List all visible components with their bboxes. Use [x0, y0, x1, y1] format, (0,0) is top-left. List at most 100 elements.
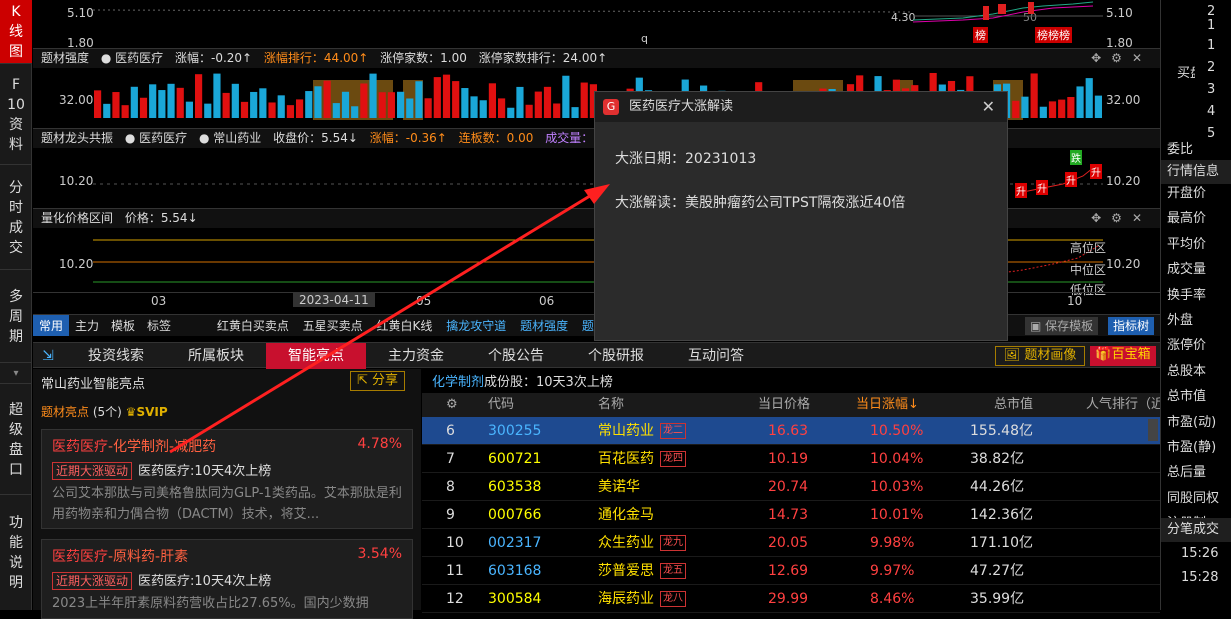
nav-intraday[interactable]: 分时成交: [0, 166, 32, 270]
nav-help[interactable]: 功能说明: [0, 496, 32, 610]
dragon-tag: 龙九: [660, 535, 686, 551]
panel-controls-icon[interactable]: ✥⚙✕: [1091, 49, 1152, 68]
x-label: 06: [539, 294, 555, 308]
stock-change: 10.01%: [870, 507, 924, 523]
tab-label[interactable]: 标签: [141, 315, 177, 336]
nav-f10[interactable]: F 10 资料: [0, 65, 32, 165]
market-cap: 44.26亿: [970, 479, 1025, 495]
quote-field[interactable]: 分笔成交: [1161, 518, 1231, 542]
tab-main[interactable]: 主力: [69, 315, 105, 336]
topic-link[interactable]: 化学制剂: [432, 375, 484, 390]
strength-bar: [406, 98, 414, 118]
indicator-item[interactable]: 题材强度: [520, 319, 568, 333]
quote-field[interactable]: 行情信息: [1161, 160, 1231, 184]
tab-main-funds[interactable]: 主力资金: [366, 343, 466, 369]
table-row[interactable]: 6 300255 常山药业 龙二 16.63 10.50% 155.48亿: [422, 417, 1160, 445]
zone-mid: 中位区: [1070, 263, 1107, 277]
tab-announcements[interactable]: 个股公告: [466, 343, 566, 369]
mark-rise: 升: [1015, 183, 1027, 198]
topic-selector[interactable]: ● 医药医疗: [101, 51, 163, 65]
quote-field: 总市值: [1167, 389, 1207, 405]
strength-bar: [176, 87, 184, 118]
table-row[interactable]: 10 002317 众生药业 龙九 20.05 9.98% 171.10亿: [422, 529, 1160, 557]
strength-bar: [259, 88, 267, 118]
table-row[interactable]: 9 000766 通化金马 14.73 10.01% 142.36亿: [422, 501, 1160, 529]
row-index: 7: [446, 451, 455, 467]
stock-change: 8.46%: [870, 591, 915, 607]
table-row[interactable]: 7 600721 百花医药 龙四 10.19 10.04% 38.82亿: [422, 445, 1160, 473]
col-code[interactable]: 代码: [488, 393, 514, 417]
indicator-item[interactable]: 五星买卖点: [303, 319, 363, 333]
nav-multiperiod[interactable]: 多周期: [0, 271, 32, 363]
save-template-button[interactable]: ▣ 保存模板: [1025, 317, 1099, 335]
indicator-item[interactable]: 擒龙攻守道: [446, 319, 506, 333]
topic-image-button[interactable]: 🖼 题材画像: [995, 346, 1085, 366]
table-row[interactable]: 8 603538 美诺华 20.74 10.03% 44.26亿: [422, 473, 1160, 501]
tab-template[interactable]: 模板: [105, 315, 141, 336]
row-index: 8: [446, 479, 455, 495]
close-icon[interactable]: ✕: [982, 92, 995, 122]
candle: [1028, 2, 1034, 14]
table-row[interactable]: 12 300584 海辰药业 龙八 29.99 8.46% 35.99亿: [422, 585, 1160, 613]
highlight-card[interactable]: 医药医疗-原料药-肝素 3.54% 近期大涨驱动 医药医疗:10天4次上榜 202…: [41, 539, 413, 619]
indicator-item[interactable]: 红黄白买卖点: [217, 319, 289, 333]
col-marketcap[interactable]: 总市值: [994, 393, 1033, 417]
tab-sectors[interactable]: 所属板块: [166, 343, 266, 369]
stock-name: 众生药业 龙九: [598, 529, 686, 557]
strength-bar: [553, 103, 561, 118]
surge-date: 大涨日期：20231013: [615, 151, 757, 167]
tab-smart-highlights[interactable]: 智能亮点: [266, 343, 366, 369]
strength-bar: [121, 105, 129, 118]
col-change[interactable]: 当日涨幅↓: [856, 393, 919, 417]
share-button[interactable]: ⇱ 分享: [350, 371, 406, 391]
panel3-controls-icon[interactable]: ✥⚙✕: [1091, 209, 1152, 228]
strength-bar: [1012, 100, 1020, 118]
nav-collapse-icon[interactable]: ▾: [0, 364, 32, 384]
panel3-y-right: 10.20: [1106, 257, 1141, 271]
stock-change: 10.03%: [870, 479, 924, 495]
strength-bar: [452, 81, 460, 118]
scrollbar[interactable]: [1148, 419, 1158, 441]
market-cap: 35.99亿: [970, 591, 1025, 607]
table-row[interactable]: 11 603168 莎普爱思 龙五 12.69 9.97% 47.27亿: [422, 557, 1160, 585]
settings-gear-icon[interactable]: ⚙: [446, 393, 458, 417]
indicator-item[interactable]: 红黄白K线: [377, 319, 433, 333]
stock-name: 百花医药 龙四: [598, 445, 686, 473]
mark-fall: 跌: [1070, 150, 1082, 165]
dragon-tag: 龙八: [660, 591, 686, 607]
quote-field: 市盈(静): [1167, 440, 1217, 455]
tab-qa[interactable]: 互动问答: [666, 343, 766, 369]
stock-price: 10.19: [768, 451, 809, 467]
strength-bar: [580, 82, 588, 118]
x-date-highlight: 2023-04-11: [293, 293, 375, 307]
tab-research[interactable]: 个股研报: [566, 343, 666, 369]
strength-bar: [397, 91, 405, 118]
popup-header: G 医药医疗大涨解读 ✕: [595, 92, 1007, 122]
row-index: 6: [446, 423, 455, 439]
topic-selector-2[interactable]: ● 医药医疗: [125, 131, 187, 145]
stock-price: 20.05: [768, 535, 809, 551]
col-name[interactable]: 名称: [598, 393, 624, 417]
panel-title-topic-strength: 题材强度 ● 医药医疗 涨幅：-0.20↑ 涨幅排行：44.00↑ 涨停家数：1…: [33, 48, 1160, 68]
quote-field: 总后量: [1167, 465, 1207, 481]
strength-bar: [1076, 86, 1084, 118]
nav-kline[interactable]: K线图: [0, 0, 32, 64]
panel1-y-right: 32.00: [1106, 93, 1141, 107]
strength-bar: [112, 92, 120, 118]
col-popularity[interactable]: 人气排行（近: [1086, 393, 1164, 417]
stock-selector[interactable]: ● 常山药业: [199, 131, 261, 145]
nav-super-panel[interactable]: 超级盘口: [0, 385, 32, 495]
col-price[interactable]: 当日价格: [758, 393, 810, 417]
treasure-box-button[interactable]: 🎁百宝箱: [1090, 346, 1156, 366]
highlight-card[interactable]: 医药医疗-化学制剂-减肥药 4.78% 近期大涨驱动 医药医疗:10天4次上榜 公…: [41, 429, 413, 529]
left-nav: K线图 F 10 资料 分时成交 多周期 ▾ 超级盘口 功能说明: [0, 0, 32, 610]
row-index: 11: [446, 563, 464, 579]
quote-field: 委比: [1167, 142, 1194, 157]
indicator-lib-button[interactable]: 指标树: [1108, 317, 1155, 335]
strength-bar: [1067, 97, 1075, 118]
tab-investment-clues[interactable]: 投资线索: [66, 343, 166, 369]
expand-icon[interactable]: ⇲: [33, 343, 63, 369]
tab-common[interactable]: 常用: [33, 315, 69, 336]
strength-bar: [442, 74, 451, 118]
strength-bar: [1021, 96, 1029, 118]
